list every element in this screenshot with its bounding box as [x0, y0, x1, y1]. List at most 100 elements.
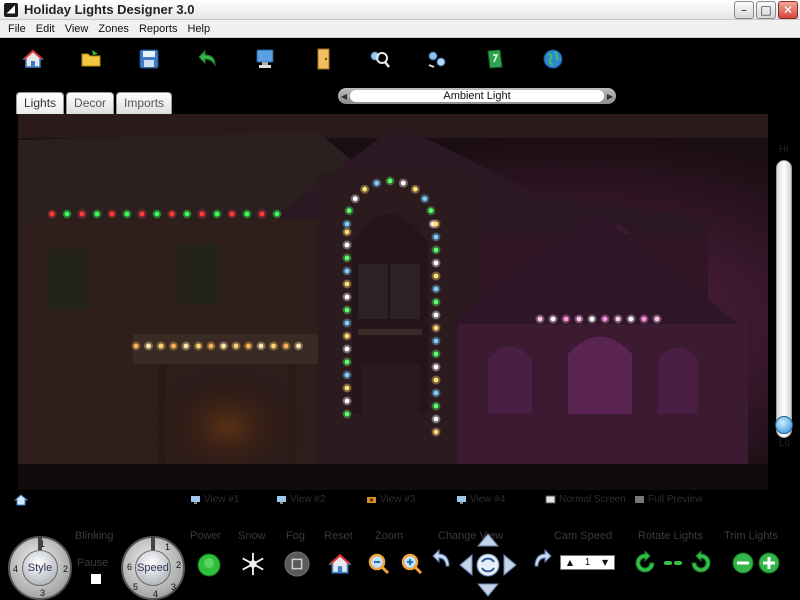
- menu-file[interactable]: File: [3, 20, 31, 38]
- light-bulb: [433, 234, 439, 240]
- window-title: Holiday Lights Designer 3.0: [24, 2, 195, 17]
- zoom-out-button[interactable]: [366, 551, 392, 577]
- light-bulb: [344, 346, 350, 352]
- undo-icon[interactable]: [194, 46, 220, 72]
- view-4-option[interactable]: View #4: [456, 494, 505, 505]
- speed-dial-number: 5: [133, 582, 139, 592]
- ambient-level-thumb[interactable]: [775, 416, 793, 434]
- menu-zones[interactable]: Zones: [93, 20, 134, 38]
- light-next-icon[interactable]: ▶: [604, 92, 616, 101]
- rotate-lights-right-button[interactable]: [688, 550, 714, 576]
- snow-button[interactable]: [240, 551, 266, 577]
- house-scene[interactable]: [18, 114, 768, 490]
- rotate-lights-label: Rotate Lights: [638, 530, 703, 542]
- menu-help[interactable]: Help: [182, 20, 215, 38]
- light-bulb: [602, 316, 608, 322]
- normal-screen-option[interactable]: Normal Screen: [545, 494, 626, 505]
- light-bulb: [154, 211, 160, 217]
- light-bulb: [199, 211, 205, 217]
- fog-label: Fog: [286, 530, 305, 542]
- chevron-down-icon[interactable]: ▼: [602, 558, 608, 567]
- rotate-lights-toggle[interactable]: [660, 550, 686, 576]
- light-bulb: [433, 364, 439, 370]
- trim-lights-label: Trim Lights: [724, 530, 778, 542]
- green-book-icon[interactable]: [482, 46, 508, 72]
- minimize-button[interactable]: –: [734, 1, 754, 19]
- home-icon[interactable]: [20, 46, 46, 72]
- light-bulb: [433, 273, 439, 279]
- light-bulb: [433, 312, 439, 318]
- light-bulb: [344, 320, 350, 326]
- view-2-label: View #2: [290, 494, 326, 505]
- style-dial-label: Style: [22, 550, 58, 586]
- power-icon: [197, 553, 221, 577]
- rotate-right-view-button[interactable]: [528, 545, 554, 571]
- light-bulb: [79, 211, 85, 217]
- scene-canvas: [18, 114, 768, 490]
- home-view-icon[interactable]: [14, 494, 28, 506]
- light-bulb: [183, 343, 189, 349]
- light-selector-value[interactable]: Ambient Light: [350, 90, 604, 102]
- light-bulb: [233, 343, 239, 349]
- open-folder-icon[interactable]: [78, 46, 104, 72]
- zoom-in-button[interactable]: [399, 551, 425, 577]
- tab-lights[interactable]: Lights: [16, 92, 65, 114]
- light-bulb: [109, 211, 115, 217]
- fog-icon: [284, 551, 310, 577]
- trim-lights-remove-button[interactable]: [730, 550, 756, 576]
- title-bar: ◢ Holiday Lights Designer 3.0 – □ ✕: [0, 0, 800, 20]
- light-bulb: [433, 377, 439, 383]
- light-prev-icon[interactable]: ◀: [338, 92, 350, 101]
- view-1-option[interactable]: View #1: [190, 494, 239, 505]
- zoom-people-icon[interactable]: [366, 46, 392, 72]
- computer-icon[interactable]: [252, 46, 278, 72]
- power-button[interactable]: [196, 552, 222, 578]
- normal-screen-label: Normal Screen: [559, 494, 626, 505]
- rotate-left-icon: [635, 551, 655, 573]
- maximize-button[interactable]: □: [756, 1, 776, 19]
- globe-icon[interactable]: [540, 46, 566, 72]
- view-2-option[interactable]: View #2: [276, 494, 325, 505]
- reset-home-icon: [328, 553, 352, 574]
- light-bulb: [433, 338, 439, 344]
- style-dial-number: 4: [13, 564, 19, 574]
- door-icon[interactable]: [310, 46, 336, 72]
- reset-button[interactable]: [327, 551, 353, 577]
- menu-edit[interactable]: Edit: [31, 20, 60, 38]
- light-bulb: [352, 196, 358, 202]
- light-bulb: [133, 343, 139, 349]
- light-bulb: [433, 403, 439, 409]
- network-icon[interactable]: [424, 46, 450, 72]
- tab-imports[interactable]: Imports: [116, 92, 173, 114]
- tab-decor[interactable]: Decor: [66, 92, 115, 114]
- save-icon[interactable]: [136, 46, 162, 72]
- trim-lights-add-button[interactable]: [756, 550, 782, 576]
- light-bulb: [433, 299, 439, 305]
- light-bulb: [344, 398, 350, 404]
- light-bulb: [344, 333, 350, 339]
- close-button[interactable]: ✕: [778, 1, 798, 19]
- light-bulb: [433, 286, 439, 292]
- view-3-option[interactable]: View #3: [366, 494, 415, 505]
- ambient-level-slider[interactable]: [776, 160, 792, 438]
- view-4-label: View #4: [470, 494, 506, 505]
- curved-arrow-right-icon: [534, 548, 552, 567]
- cam-speed-up-icon[interactable]: ▲: [567, 558, 573, 567]
- view-navigation-pad[interactable]: [458, 532, 518, 598]
- rotate-left-view-button[interactable]: [430, 545, 456, 571]
- light-bulb: [400, 180, 406, 186]
- full-preview-option[interactable]: Full Preview: [634, 494, 702, 505]
- light-selector[interactable]: ◀ Ambient Light ▶: [338, 88, 616, 104]
- cam-speed-select[interactable]: ▲ 1 ▼: [560, 555, 615, 570]
- pause-checkbox[interactable]: [91, 574, 101, 584]
- menu-reports[interactable]: Reports: [134, 20, 183, 38]
- fog-button[interactable]: [284, 551, 310, 577]
- light-bulb: [344, 385, 350, 391]
- light-bulb: [214, 211, 220, 217]
- minus-icon: [732, 552, 754, 574]
- zoom-out-icon: [368, 553, 390, 575]
- rotate-lights-left-button[interactable]: [632, 550, 658, 576]
- menu-view[interactable]: View: [60, 20, 94, 38]
- style-dial-number: 3: [40, 588, 46, 598]
- light-bulb: [433, 351, 439, 357]
